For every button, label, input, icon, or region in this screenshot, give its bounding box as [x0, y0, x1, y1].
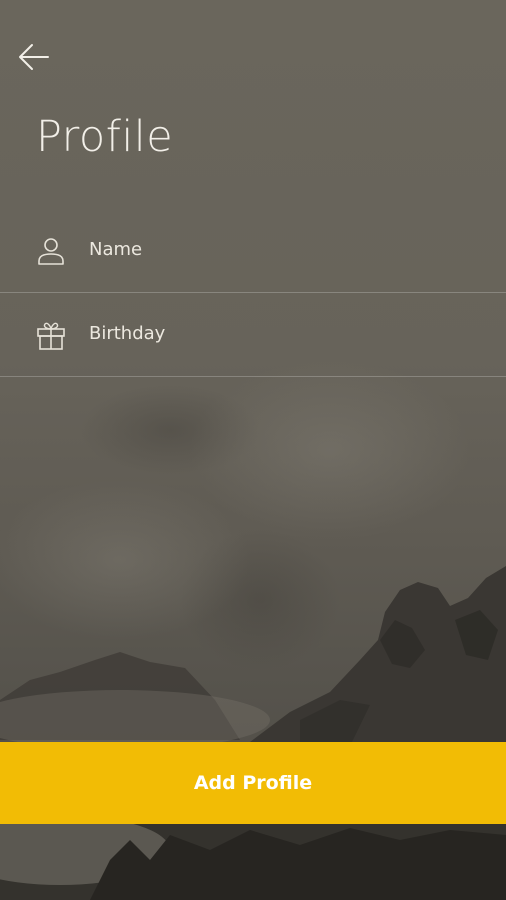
page-title: Profile	[36, 112, 174, 162]
name-field-label: Name	[89, 239, 143, 260]
back-button[interactable]	[14, 38, 54, 78]
gift-icon	[37, 322, 65, 350]
person-icon	[38, 238, 64, 265]
name-field[interactable]: Name	[0, 208, 506, 293]
arrow-left-icon	[19, 44, 49, 70]
add-profile-button-label: Add Profile	[193, 772, 313, 794]
birthday-field-label: Birthday	[89, 323, 166, 344]
add-profile-button[interactable]: Add Profile	[0, 742, 506, 824]
birthday-field[interactable]: Birthday	[0, 292, 506, 377]
